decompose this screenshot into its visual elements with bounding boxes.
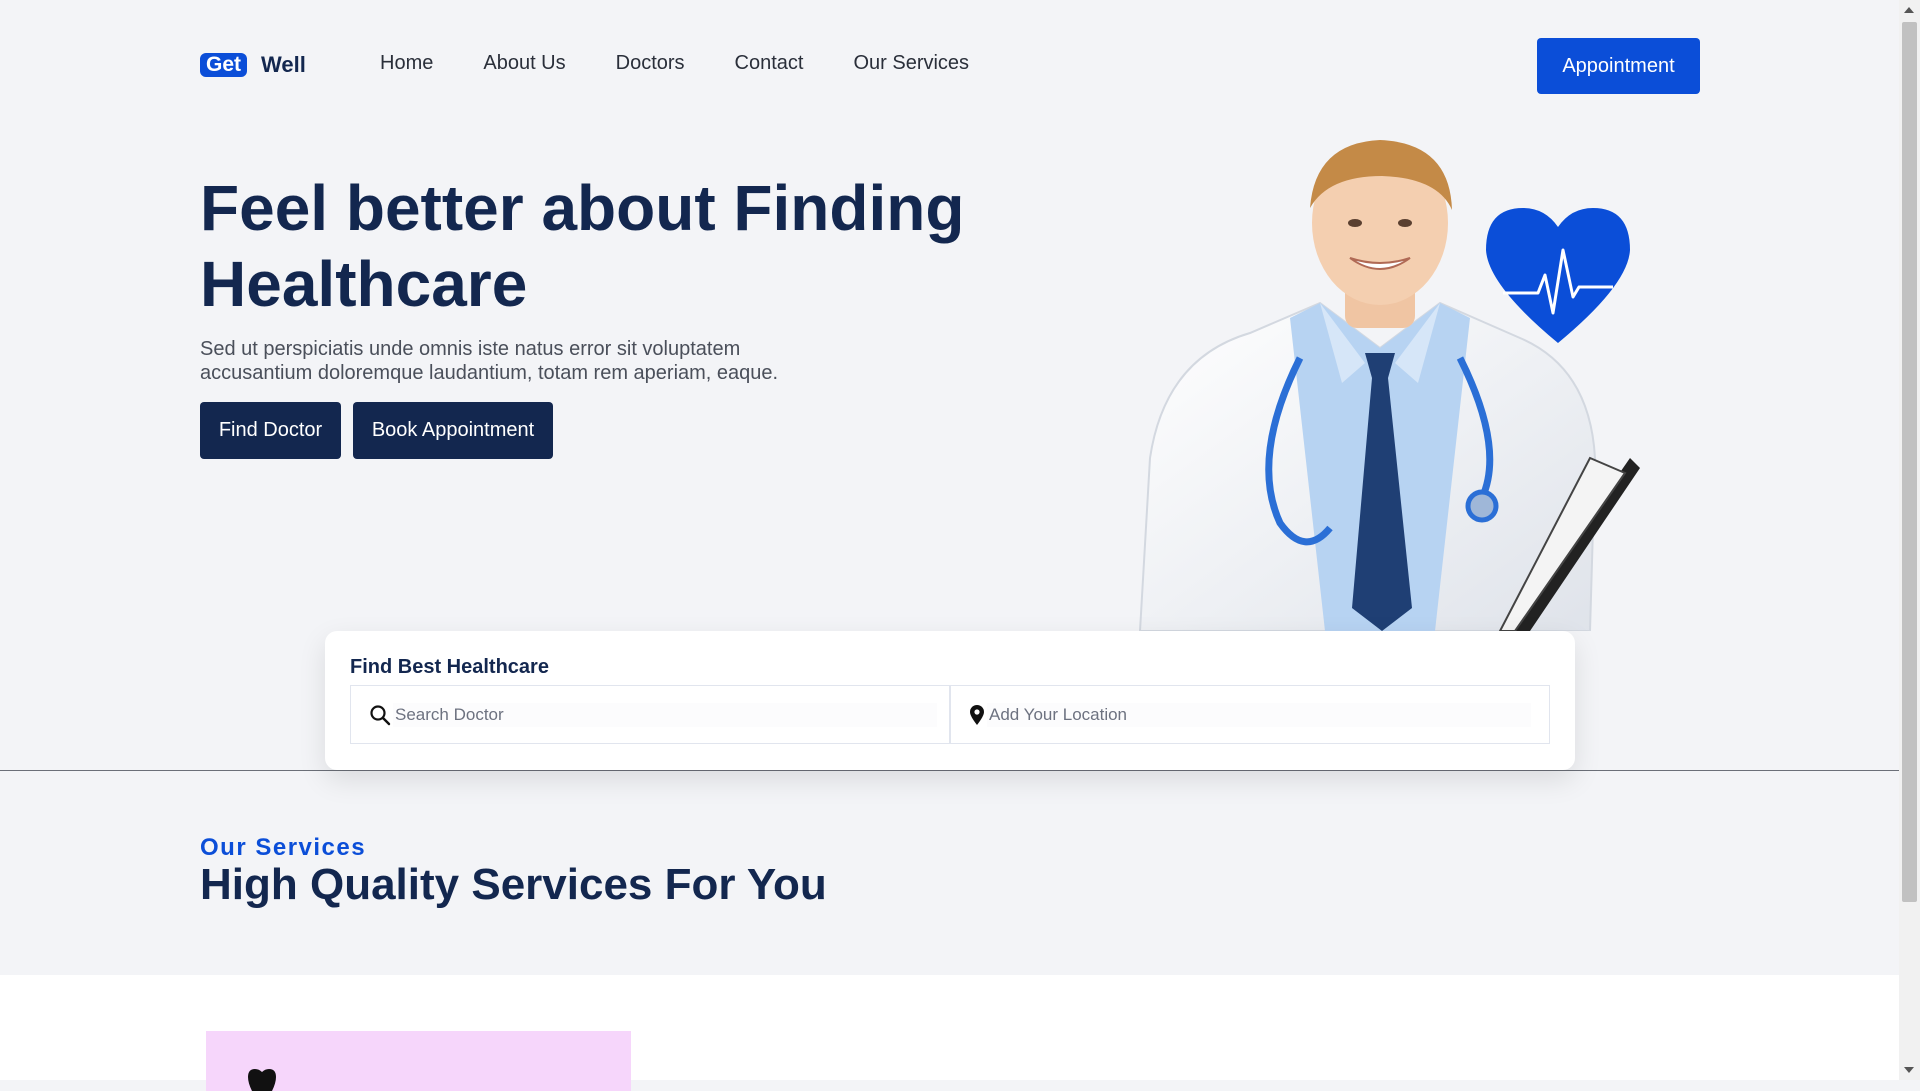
search-card-title: Find Best Healthcare xyxy=(350,656,549,678)
services-title: High Quality Services For You xyxy=(200,860,827,909)
hero-title: Feel better about Finding Healthcare xyxy=(200,172,965,320)
logo-badge: Get xyxy=(200,53,248,77)
appointment-button[interactable]: Appointment xyxy=(1537,38,1700,94)
nav-home[interactable]: Home xyxy=(380,52,433,75)
nav-contact[interactable]: Contact xyxy=(735,52,804,75)
scrollbar-thumb[interactable] xyxy=(1902,22,1917,902)
main-nav: Home About Us Doctors Contact Our Servic… xyxy=(380,52,969,75)
hero-description: Sed ut perspiciatis unde omnis iste natu… xyxy=(200,338,779,384)
services-eyebrow: Our Services xyxy=(200,834,367,861)
search-card: Find Best Healthcare xyxy=(325,631,1575,770)
book-appointment-button[interactable]: Book Appointment xyxy=(353,402,553,459)
search-icon xyxy=(370,704,391,725)
find-doctor-button[interactable]: Find Doctor xyxy=(200,402,341,459)
page-scrollbar[interactable] xyxy=(1899,0,1920,1080)
search-doctor-field[interactable] xyxy=(350,685,950,744)
location-pin-icon xyxy=(970,704,984,725)
location-input[interactable] xyxy=(987,702,1531,727)
search-doctor-input[interactable] xyxy=(393,702,937,727)
location-field[interactable] xyxy=(950,685,1550,744)
section-divider xyxy=(0,770,1899,771)
logo-text: Well xyxy=(261,52,306,77)
tooth-icon xyxy=(248,1069,276,1091)
heartbeat-icon xyxy=(1486,208,1630,343)
service-card[interactable] xyxy=(206,1031,631,1091)
page: Get Well Home About Us Doctors Contact O… xyxy=(0,0,1899,1091)
nav-our-services[interactable]: Our Services xyxy=(853,52,969,75)
logo[interactable]: Get Well xyxy=(200,52,306,78)
doctor-illustration xyxy=(1138,140,1640,631)
nav-doctors[interactable]: Doctors xyxy=(616,52,685,75)
nav-about-us[interactable]: About Us xyxy=(483,52,565,75)
scroll-up-arrow-icon[interactable] xyxy=(1904,7,1914,13)
scroll-down-arrow-icon[interactable] xyxy=(1904,1067,1914,1073)
